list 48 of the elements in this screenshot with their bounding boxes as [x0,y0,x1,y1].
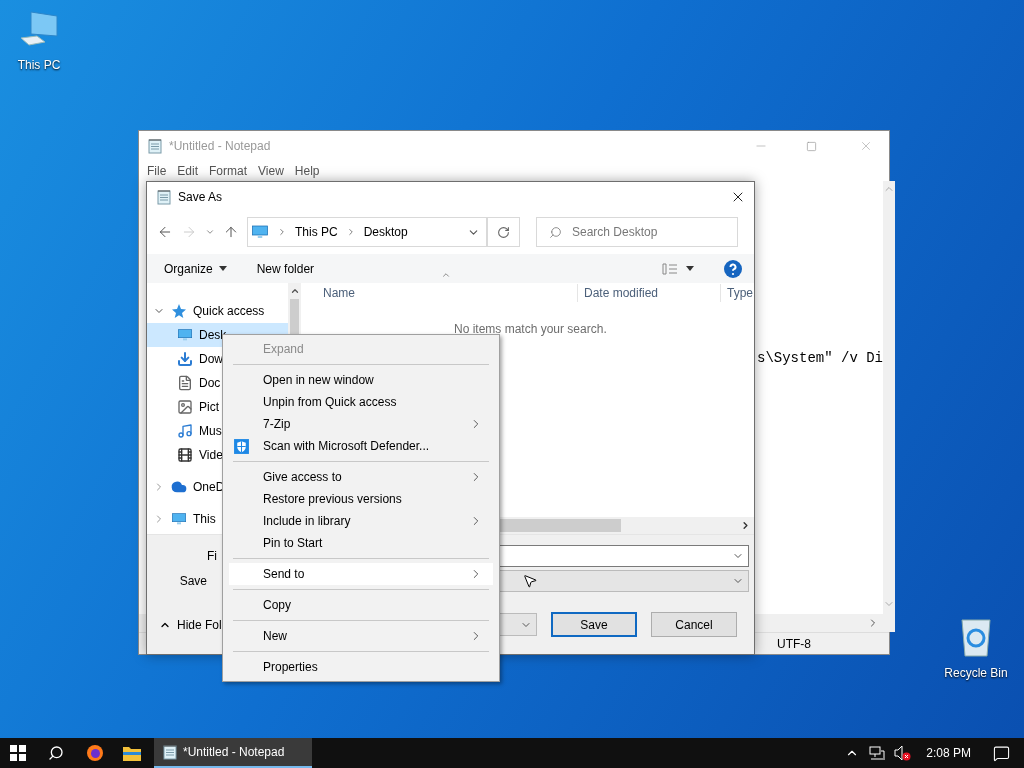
encoding-label: UTF-8 [777,635,811,653]
context-menu-item[interactable]: Properties [229,656,493,678]
taskbar-app-button[interactable]: *Untitled - Notepad [154,738,312,768]
column-header[interactable]: Type [721,284,753,302]
nav-label: Doc [199,375,221,392]
address-bar[interactable]: This PC Desktop [247,217,487,247]
nav-label: Pict [199,399,219,416]
menu-item[interactable]: Edit [177,162,199,180]
context-menu-item[interactable]: Include in library [229,510,493,532]
column-header[interactable]: Name [301,284,578,302]
menu-item[interactable]: File [147,162,167,180]
nav-label: Vide [199,447,223,464]
context-menu-item[interactable]: Copy [229,594,493,616]
breadcrumb-item[interactable]: Desktop [363,223,408,241]
context-menu-item[interactable]: Restore previous versions [229,488,493,510]
desktop-shortcut[interactable]: Recycle Bin [938,614,1014,682]
dialog-button[interactable]: Save [551,612,637,637]
empty-message: No items match your search. [454,322,607,336]
nav-label: Mus [199,423,222,440]
nav-label: This [193,511,216,528]
hide-folders-button[interactable]: Hide Fol [159,615,222,634]
window-title: *Untitled - Notepad [169,138,272,155]
menu-item[interactable]: Format [209,162,248,180]
nav-label: Dow [199,351,223,368]
clock[interactable]: 2:08 PM [926,744,971,762]
column-header[interactable]: Date modified [578,284,721,302]
menu-item[interactable]: View [258,162,284,180]
context-menu-item[interactable]: Unpin from Quick access [229,391,493,413]
dialog-title: Save As [178,189,224,206]
context-menu-item[interactable]: 7-Zip [229,413,493,435]
desktop-shortcut[interactable]: This PC [10,8,68,74]
context-menu-item[interactable]: New [229,625,493,647]
breadcrumb-item[interactable]: This PC [295,223,338,241]
context-menu-item[interactable]: Open in new window [229,369,493,391]
organize-button[interactable]: Organize [164,259,227,278]
search-field[interactable]: Search Desktop [536,217,738,247]
menu-item[interactable]: Help [294,162,320,180]
folder-nav-item[interactable]: Quick access [147,299,288,323]
context-menu-item[interactable]: Scan with Microsoft Defender... [229,435,493,457]
context-menu-item[interactable]: Send to [229,563,493,585]
new-folder-button[interactable]: New folder [256,259,315,278]
field-label: Save [178,573,208,590]
nav-label: Quick access [193,303,265,320]
editor-text: s\System" /v Di [757,350,884,366]
field-label: Fi [206,548,218,565]
dialog-button[interactable]: Cancel [651,612,737,637]
context-menu-item[interactable]: Give access to [229,466,493,488]
context-menu-item[interactable]: Pin to Start [229,532,493,554]
